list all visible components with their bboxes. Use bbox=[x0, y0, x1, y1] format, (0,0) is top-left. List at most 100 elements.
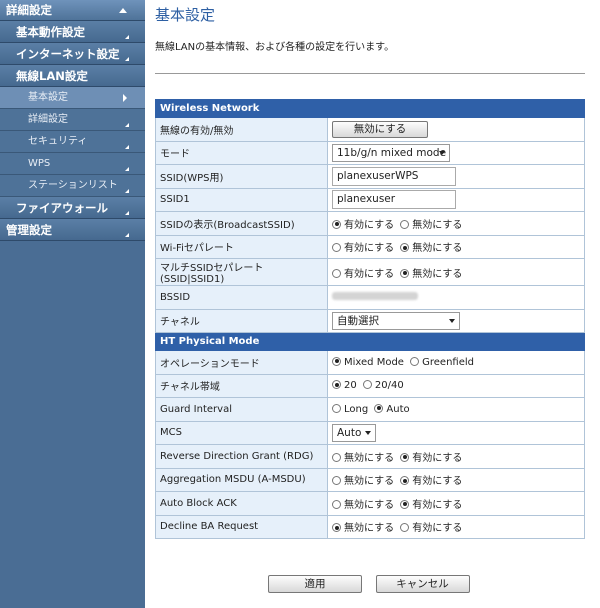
broadcast-disable-radio[interactable] bbox=[400, 219, 410, 229]
gi-long-radio[interactable] bbox=[332, 403, 341, 413]
sidebar-item-label: インターネット設定 bbox=[16, 47, 120, 61]
table-row: オペレーションモード Mixed Mode Greenfield bbox=[155, 350, 585, 375]
disable-wireless-button[interactable]: 無効にする bbox=[332, 120, 428, 138]
mode-select-value: 11b/g/n mixed mode bbox=[337, 146, 447, 159]
mode-label: モード bbox=[155, 140, 328, 165]
channel-bandwidth-label: チャネル帯域 bbox=[155, 373, 328, 398]
mcs-select-value: Auto bbox=[337, 426, 362, 439]
rdg-label: Reverse Direction Grant (RDG) bbox=[155, 444, 328, 469]
radio-label: 有効にする bbox=[412, 476, 463, 488]
sidebar-item-basic-operation[interactable]: 基本動作設定 bbox=[0, 21, 145, 43]
table-row: チャネル 自動選択 bbox=[155, 308, 585, 333]
sidebar-item-management[interactable]: 管理設定 bbox=[0, 219, 145, 241]
multi-separate-enable-radio[interactable] bbox=[332, 268, 341, 278]
cancel-button[interactable]: キャンセル bbox=[375, 575, 470, 593]
corner-icon bbox=[125, 145, 129, 149]
greenfield-radio[interactable] bbox=[410, 356, 420, 366]
channel-select-value: 自動選択 bbox=[337, 314, 379, 327]
radio-label: 無効にする bbox=[344, 523, 395, 535]
aback-enable-radio[interactable] bbox=[400, 499, 410, 509]
sidebar-subitem-security[interactable]: セキュリティ bbox=[0, 131, 145, 153]
amsdu-label: Aggregation MSDU (A-MSDU) bbox=[155, 467, 328, 492]
section-header-ht: HT Physical Mode bbox=[155, 332, 585, 351]
sidebar-item-label: 詳細設定 bbox=[6, 3, 52, 17]
sidebar-item-wireless-lan[interactable]: 無線LAN設定 bbox=[0, 65, 145, 87]
sidebar: 詳細設定 基本動作設定 インターネット設定 無線LAN設定 基本設定 詳細設定 … bbox=[0, 0, 145, 608]
broadcast-enable-radio[interactable] bbox=[332, 219, 341, 229]
chevron-down-icon bbox=[449, 318, 455, 323]
dba-enable-radio[interactable] bbox=[400, 523, 410, 533]
table-row: モード 11b/g/n mixed mode bbox=[155, 140, 585, 165]
radio-label: 有効にする bbox=[412, 523, 463, 535]
bandwidth-20-radio[interactable] bbox=[332, 380, 341, 390]
radio-label: 無効にする bbox=[412, 219, 463, 231]
channel-select[interactable]: 自動選択 bbox=[332, 311, 460, 330]
auto-block-ack-label: Auto Block ACK bbox=[155, 491, 328, 516]
dba-disable-radio[interactable] bbox=[332, 523, 341, 533]
table-row: Decline BA Request 無効にする 有効にする bbox=[155, 514, 585, 539]
collapse-icon bbox=[119, 8, 127, 13]
wifi-separate-label: Wi-Fiセパレート bbox=[155, 234, 328, 259]
bandwidth-20-40-radio[interactable] bbox=[362, 380, 372, 390]
radio-label: 20/40 bbox=[374, 380, 404, 392]
rdg-disable-radio[interactable] bbox=[332, 452, 341, 462]
decline-ba-label: Decline BA Request bbox=[155, 514, 328, 539]
ssid1-input[interactable]: planexuser bbox=[332, 190, 456, 210]
aback-disable-radio[interactable] bbox=[332, 499, 341, 509]
sidebar-item-advanced[interactable]: 詳細設定 bbox=[0, 0, 145, 21]
wifi-separate-disable-radio[interactable] bbox=[400, 243, 410, 253]
radio-label: 有効にする bbox=[412, 452, 463, 464]
corner-icon bbox=[125, 123, 129, 127]
radio-label: Long bbox=[344, 403, 369, 415]
multi-separate-disable-radio[interactable] bbox=[400, 268, 410, 278]
corner-icon bbox=[125, 233, 129, 237]
bssid-value-redacted bbox=[332, 291, 418, 300]
table-row: BSSID bbox=[155, 285, 585, 310]
sidebar-item-label: 基本動作設定 bbox=[16, 25, 85, 39]
operation-mode-label: オペレーションモード bbox=[155, 350, 328, 375]
sidebar-item-label: セキュリティ bbox=[28, 136, 88, 147]
radio-label: 有効にする bbox=[344, 268, 395, 280]
sidebar-item-label: ファイアウォール bbox=[16, 201, 108, 215]
apply-button[interactable]: 適用 bbox=[268, 575, 362, 593]
rdg-enable-radio[interactable] bbox=[400, 452, 410, 462]
corner-icon bbox=[125, 35, 129, 39]
sidebar-item-label: 管理設定 bbox=[6, 223, 52, 237]
sidebar-subitem-station-list[interactable]: ステーションリスト bbox=[0, 175, 145, 197]
chevron-down-icon bbox=[365, 430, 371, 435]
sidebar-subitem-basic[interactable]: 基本設定 bbox=[0, 87, 145, 109]
table-row: MCS Auto bbox=[155, 420, 585, 445]
amsdu-disable-radio[interactable] bbox=[332, 476, 341, 486]
table-row: Auto Block ACK 無効にする 有効にする bbox=[155, 491, 585, 516]
corner-icon bbox=[125, 211, 129, 215]
chevron-down-icon bbox=[439, 150, 445, 155]
ssid-wps-input[interactable]: planexuserWPS bbox=[332, 166, 456, 186]
sidebar-item-internet[interactable]: インターネット設定 bbox=[0, 43, 145, 65]
radio-label: 無効にする bbox=[344, 452, 395, 464]
radio-label: Auto bbox=[386, 403, 410, 415]
radio-label: 無効にする bbox=[344, 499, 395, 511]
mixed-mode-radio[interactable] bbox=[332, 356, 341, 366]
multi-ssid-separate-label: マルチSSIDセパレート(SSID|SSID1) bbox=[155, 258, 328, 286]
mode-select[interactable]: 11b/g/n mixed mode bbox=[332, 143, 450, 162]
table-row: チャネル帯域 20 20/40 bbox=[155, 373, 585, 398]
amsdu-enable-radio[interactable] bbox=[400, 476, 410, 486]
sidebar-subitem-wps[interactable]: WPS bbox=[0, 153, 145, 175]
ssid1-label: SSID1 bbox=[155, 187, 328, 212]
divider bbox=[155, 73, 585, 74]
sidebar-item-label: 無線LAN設定 bbox=[16, 69, 88, 83]
gi-auto-radio[interactable] bbox=[374, 403, 384, 413]
mcs-label: MCS bbox=[155, 420, 328, 445]
sidebar-subitem-detail[interactable]: 詳細設定 bbox=[0, 109, 145, 131]
ssid-wps-label: SSID(WPS用) bbox=[155, 164, 328, 189]
channel-label: チャネル bbox=[155, 308, 328, 333]
table-row: SSIDの表示(BroadcastSSID) 有効にする 無効にする bbox=[155, 211, 585, 236]
guard-interval-label: Guard Interval bbox=[155, 397, 328, 422]
sidebar-item-firewall[interactable]: ファイアウォール bbox=[0, 197, 145, 219]
broadcast-ssid-label: SSIDの表示(BroadcastSSID) bbox=[155, 211, 328, 236]
mcs-select[interactable]: Auto bbox=[332, 423, 376, 442]
enable-label: 無線の有効/無効 bbox=[155, 117, 328, 142]
sidebar-item-label: ステーションリスト bbox=[28, 180, 118, 191]
wifi-separate-enable-radio[interactable] bbox=[332, 243, 341, 253]
corner-icon bbox=[125, 57, 129, 61]
